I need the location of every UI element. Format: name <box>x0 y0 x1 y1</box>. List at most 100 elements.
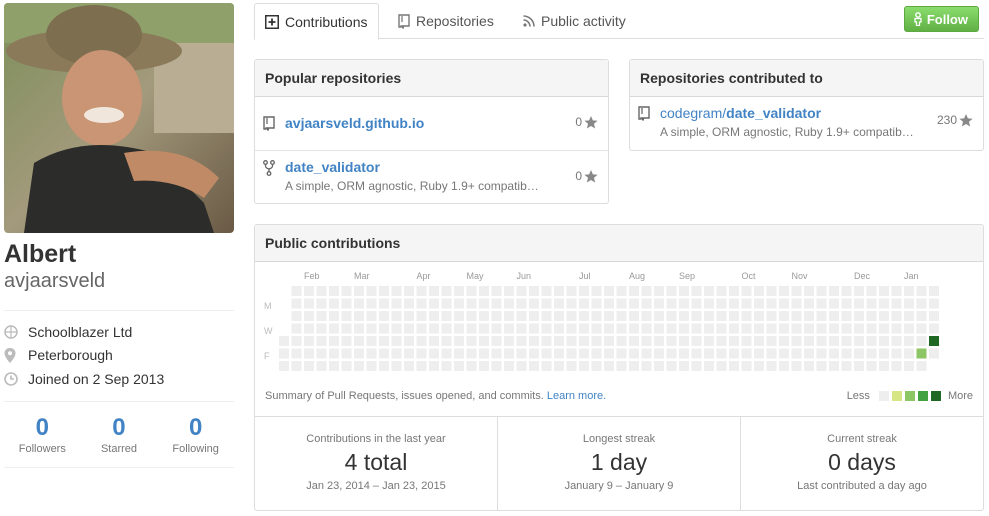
calendar-day[interactable] <box>641 336 652 346</box>
calendar-day[interactable] <box>766 361 777 371</box>
calendar-day[interactable] <box>316 348 327 359</box>
starred-stat[interactable]: 0 Starred <box>81 414 157 455</box>
calendar-day[interactable] <box>366 286 377 296</box>
calendar-day[interactable] <box>291 311 302 321</box>
calendar-day[interactable] <box>416 286 427 296</box>
calendar-day[interactable] <box>404 286 414 296</box>
calendar-day[interactable] <box>454 336 464 346</box>
calendar-day[interactable] <box>504 361 514 371</box>
calendar-day[interactable] <box>829 323 839 334</box>
calendar-day[interactable] <box>779 348 789 359</box>
calendar-day[interactable] <box>629 286 639 296</box>
calendar-day[interactable] <box>654 286 664 296</box>
calendar-day[interactable] <box>704 361 714 371</box>
calendar-day[interactable] <box>441 348 452 359</box>
calendar-day[interactable] <box>641 348 652 359</box>
calendar-day[interactable] <box>866 336 877 346</box>
avatar[interactable] <box>4 3 234 233</box>
calendar-day[interactable] <box>654 336 664 346</box>
calendar-day[interactable] <box>791 348 802 359</box>
calendar-day[interactable] <box>754 311 764 321</box>
calendar-day[interactable] <box>891 298 902 309</box>
calendar-day[interactable] <box>304 348 314 359</box>
calendar-day[interactable] <box>329 323 339 334</box>
calendar-day[interactable] <box>429 336 439 346</box>
calendar-day[interactable] <box>741 286 752 296</box>
calendar-day[interactable] <box>804 348 814 359</box>
calendar-day[interactable] <box>666 348 677 359</box>
calendar-day[interactable] <box>679 348 689 359</box>
followers-stat[interactable]: 0 Followers <box>4 414 80 455</box>
calendar-day[interactable] <box>379 336 389 346</box>
calendar-day[interactable] <box>454 348 464 359</box>
calendar-day[interactable] <box>491 361 502 371</box>
calendar-day[interactable] <box>741 336 752 346</box>
calendar-day[interactable] <box>504 286 514 296</box>
calendar-day[interactable] <box>691 348 702 359</box>
followers-count[interactable]: 0 <box>4 414 80 442</box>
calendar-day[interactable] <box>879 336 889 346</box>
calendar-day[interactable] <box>866 361 877 371</box>
calendar-day[interactable] <box>354 361 364 371</box>
calendar-day[interactable] <box>741 298 752 309</box>
calendar-day[interactable] <box>541 298 552 309</box>
calendar-day[interactable] <box>379 298 389 309</box>
calendar-day[interactable] <box>391 311 402 321</box>
calendar-day[interactable] <box>916 298 927 309</box>
calendar-day[interactable] <box>466 311 477 321</box>
calendar-day[interactable] <box>804 298 814 309</box>
calendar-day[interactable] <box>291 336 302 346</box>
calendar-day[interactable] <box>929 298 939 309</box>
calendar-day[interactable] <box>616 323 627 334</box>
calendar-day[interactable] <box>529 298 539 309</box>
calendar-day[interactable] <box>591 311 602 321</box>
calendar-day[interactable] <box>554 286 564 296</box>
calendar-day[interactable] <box>704 286 714 296</box>
calendar-day[interactable] <box>354 286 364 296</box>
calendar-day[interactable] <box>729 298 739 309</box>
calendar-day[interactable] <box>804 361 814 371</box>
calendar-day[interactable] <box>454 311 464 321</box>
calendar-day[interactable] <box>829 336 839 346</box>
calendar-day[interactable] <box>704 348 714 359</box>
calendar-day[interactable] <box>529 286 539 296</box>
calendar-day[interactable] <box>541 336 552 346</box>
calendar-day[interactable] <box>766 323 777 334</box>
calendar-day[interactable] <box>741 348 752 359</box>
calendar-day[interactable] <box>791 361 802 371</box>
calendar-day[interactable] <box>829 311 839 321</box>
calendar-day[interactable] <box>341 311 352 321</box>
calendar-day[interactable] <box>441 336 452 346</box>
calendar-day[interactable] <box>479 323 489 334</box>
calendar-day[interactable] <box>379 361 389 371</box>
calendar-day[interactable] <box>904 286 914 296</box>
calendar-day[interactable] <box>829 286 839 296</box>
calendar-day[interactable] <box>366 336 377 346</box>
calendar-day[interactable] <box>579 311 589 321</box>
calendar-day[interactable] <box>829 348 839 359</box>
following-count[interactable]: 0 <box>158 414 234 442</box>
calendar-day[interactable] <box>466 348 477 359</box>
calendar-day[interactable] <box>816 298 827 309</box>
calendar-day[interactable] <box>866 311 877 321</box>
calendar-day[interactable] <box>929 323 939 334</box>
calendar-day[interactable] <box>341 323 352 334</box>
calendar-day[interactable] <box>716 361 727 371</box>
calendar-day[interactable] <box>316 361 327 371</box>
calendar-day[interactable] <box>466 323 477 334</box>
calendar-day[interactable] <box>904 311 914 321</box>
calendar-day[interactable] <box>529 311 539 321</box>
calendar-day[interactable] <box>416 311 427 321</box>
calendar-day[interactable] <box>379 323 389 334</box>
calendar-day[interactable] <box>766 336 777 346</box>
calendar-day[interactable] <box>916 336 927 346</box>
calendar-day[interactable] <box>691 311 702 321</box>
calendar-day[interactable] <box>479 286 489 296</box>
calendar-day[interactable] <box>391 323 402 334</box>
calendar-day[interactable] <box>416 361 427 371</box>
calendar-day[interactable] <box>629 311 639 321</box>
calendar-day[interactable] <box>929 348 939 359</box>
learn-more-link[interactable]: Learn more. <box>547 390 606 402</box>
calendar-day[interactable] <box>504 336 514 346</box>
calendar-day[interactable] <box>891 311 902 321</box>
